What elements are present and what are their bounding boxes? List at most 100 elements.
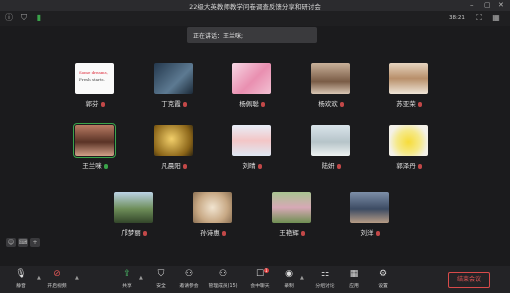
add-person-icon: ⚇ bbox=[184, 269, 194, 279]
bottom-bar: 🎙 静音 ▲ ⊘ 开启视频 ▲ ⇪ 共享 ▲ ⛉ 安全 ⚇ 邀请参会 ⚇ 管理成… bbox=[0, 266, 510, 293]
participant-tile[interactable]: 刘晴 bbox=[212, 125, 292, 181]
participant-name-text: 苏亚荣 bbox=[396, 100, 416, 108]
window-title: 22级大英教师教学问卷调查反馈分享和研讨会 bbox=[189, 3, 321, 11]
participant-tile[interactable]: 邝梦丽 bbox=[94, 192, 174, 248]
participant-tile[interactable]: 杨欢欢 bbox=[291, 63, 371, 119]
participant-avatar bbox=[272, 192, 311, 223]
title-bar: 22级大英教师教学问卷调查反馈分享和研讨会 – ▢ ✕ bbox=[0, 0, 510, 11]
speaking-indicator: 正在讲话：王兰咪; bbox=[187, 27, 317, 43]
video-options-icon[interactable]: ▲ bbox=[75, 275, 79, 281]
record-options-icon[interactable]: ▲ bbox=[300, 275, 304, 281]
record-icon: ◉ bbox=[285, 269, 293, 279]
manage-label: 管理成员(15) bbox=[208, 284, 238, 289]
participant-name: 王兰咪 bbox=[55, 160, 135, 170]
participant-tile[interactable]: 孙诗惠 bbox=[173, 192, 253, 248]
minimize-icon[interactable]: – bbox=[470, 1, 474, 9]
participant-avatar bbox=[114, 192, 153, 223]
participant-avatar bbox=[389, 125, 428, 156]
invite-label: 邀请参会 bbox=[179, 284, 199, 289]
participant-name: 刘晴 bbox=[212, 160, 292, 170]
participant-name-text: 凡晨阳 bbox=[161, 162, 181, 170]
participant-tile[interactable]: 凡晨阳 bbox=[134, 125, 214, 181]
avatar-card-text: Fresh starts. bbox=[79, 77, 105, 82]
participant-avatar bbox=[232, 63, 271, 94]
participant-avatar bbox=[154, 63, 193, 94]
participant-tile[interactable]: 丁克霞 bbox=[134, 63, 214, 119]
participant-name: 王艳辉 bbox=[252, 227, 332, 237]
participant-tile[interactable]: 王兰咪 bbox=[55, 123, 135, 181]
add-icon[interactable]: + bbox=[30, 238, 40, 247]
shield-check-icon: ⛉ bbox=[157, 269, 165, 279]
apps-icon: ▦ bbox=[349, 269, 359, 279]
keyboard-icon[interactable]: ⌨ bbox=[18, 238, 28, 247]
microphone-muted-icon bbox=[336, 163, 341, 169]
microphone-muted-icon bbox=[221, 230, 226, 236]
participant-name-text: 丁克霞 bbox=[161, 100, 181, 108]
video-off-icon: ⊘ bbox=[53, 269, 61, 279]
participant-name: 孙诗惠 bbox=[173, 227, 253, 237]
close-icon[interactable]: ✕ bbox=[498, 1, 504, 9]
chat-badge: 1 bbox=[264, 268, 269, 273]
fullscreen-icon[interactable]: ⛶ bbox=[474, 13, 484, 23]
share-options-icon[interactable]: ▲ bbox=[139, 275, 143, 281]
participant-name: 刘洋 bbox=[330, 227, 410, 237]
info-icon[interactable]: ⓘ bbox=[4, 13, 14, 23]
signal-icon[interactable]: ▮ bbox=[34, 13, 44, 23]
breakout-icon: ⚏ bbox=[320, 269, 330, 279]
video-button[interactable]: ⊘ 开启视频 bbox=[40, 269, 74, 289]
settings-button[interactable]: ⚙ 设置 bbox=[366, 269, 400, 289]
participant-name: 陆妍 bbox=[291, 160, 371, 170]
participant-avatar bbox=[154, 125, 193, 156]
participant-tile[interactable]: 刘洋 bbox=[330, 192, 410, 248]
participant-tile[interactable]: 杨佩聪 bbox=[212, 63, 292, 119]
participant-name-text: 杨佩聪 bbox=[239, 100, 259, 108]
participant-name: 郭芬 bbox=[55, 98, 135, 108]
participant-avatar bbox=[350, 192, 389, 223]
emoji-icon[interactable]: ☺ bbox=[6, 238, 16, 247]
participant-name: 丁克霞 bbox=[134, 98, 214, 108]
maximize-icon[interactable]: ▢ bbox=[484, 1, 491, 9]
microphone-muted-icon bbox=[100, 101, 105, 107]
participant-avatar: Some dreams, Fresh starts. bbox=[75, 63, 114, 94]
end-meeting-button[interactable]: 结束会议 bbox=[448, 272, 490, 288]
participant-tile[interactable]: 陆妍 bbox=[291, 125, 371, 181]
participant-name-text: 孙诗惠 bbox=[200, 229, 220, 237]
gear-icon: ⚙ bbox=[378, 269, 388, 279]
participant-name: 邝梦丽 bbox=[94, 227, 174, 237]
microphone-muted-icon bbox=[339, 101, 344, 107]
participant-name-text: 陆妍 bbox=[321, 162, 335, 170]
microphone-muted-icon bbox=[417, 163, 422, 169]
avatar-card-text: Some dreams, bbox=[79, 70, 108, 75]
participant-name: 杨欢欢 bbox=[291, 98, 371, 108]
microphone-muted-icon bbox=[182, 163, 187, 169]
manage-members-button[interactable]: ⚇ 管理成员(15) bbox=[206, 269, 240, 289]
chat-controls: ☺ ⌨ + bbox=[6, 229, 42, 247]
microphone-muted-icon bbox=[300, 230, 305, 236]
mute-label: 静音 bbox=[16, 284, 26, 289]
participant-name-text: 王艳辉 bbox=[279, 229, 299, 237]
participant-avatar bbox=[311, 125, 350, 156]
participant-tile[interactable]: 苏亚荣 bbox=[369, 63, 449, 119]
participant-name: 凡晨阳 bbox=[134, 160, 214, 170]
microphone-muted-icon bbox=[417, 101, 422, 107]
microphone-muted-icon bbox=[375, 230, 380, 236]
participant-tile[interactable]: Some dreams, Fresh starts. 郭芬 bbox=[55, 63, 135, 119]
speaking-text: 正在讲话：王兰咪; bbox=[193, 33, 244, 40]
participant-name-text: 郭泽丹 bbox=[396, 162, 416, 170]
meeting-timer: 38:21 bbox=[449, 15, 465, 21]
invite-button[interactable]: ⚇ 邀请参会 bbox=[172, 269, 206, 289]
record-label: 录制 bbox=[284, 284, 294, 289]
shield-icon[interactable]: ⛉ bbox=[19, 13, 29, 23]
microphone-muted-icon bbox=[257, 163, 262, 169]
participant-tile[interactable]: 王艳辉 bbox=[252, 192, 332, 248]
participant-name-text: 邝梦丽 bbox=[121, 229, 141, 237]
mute-button[interactable]: 🎙 静音 bbox=[4, 269, 38, 289]
video-label: 开启视频 bbox=[47, 284, 67, 289]
participant-avatar bbox=[193, 192, 232, 223]
participant-tile[interactable]: 郭泽丹 bbox=[369, 125, 449, 181]
grid-view-icon[interactable]: ▦ bbox=[491, 13, 501, 23]
share-label: 共享 bbox=[122, 284, 132, 289]
participant-name-text: 刘洋 bbox=[360, 229, 374, 237]
participant-name-text: 杨欢欢 bbox=[318, 100, 338, 108]
participant-name-text: 刘晴 bbox=[242, 162, 256, 170]
